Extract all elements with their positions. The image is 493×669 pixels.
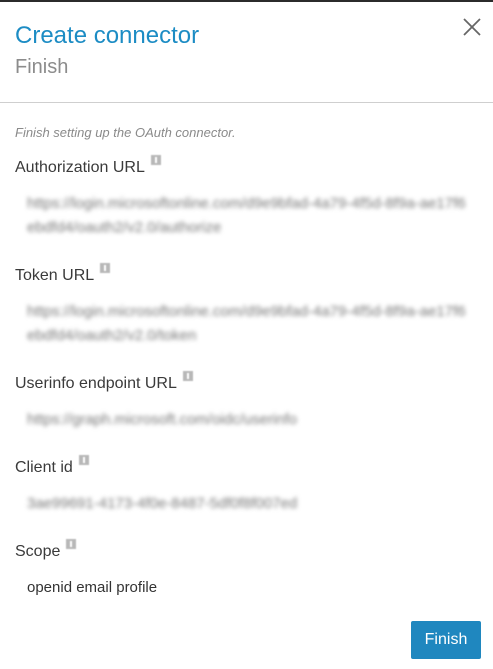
scope-label: Scope (15, 539, 77, 561)
authorization-url-label-text: Authorization URL (15, 159, 145, 176)
info-icon[interactable] (150, 155, 161, 165)
userinfo-url-label: Userinfo endpoint URL (15, 371, 193, 393)
token-url-value: https://login.microsoftonline.com/d9e9bf… (27, 303, 466, 344)
close-button[interactable] (461, 16, 483, 38)
dialog-header: Create connector Finish (0, 2, 493, 103)
info-icon[interactable] (78, 455, 89, 465)
authorization-url-label: Authorization URL (15, 155, 161, 177)
create-connector-dialog: Create connector Finish Finish setting u… (0, 0, 493, 669)
client-id-label: Client id (15, 455, 89, 477)
userinfo-url-value: https://graph.microsoft.com/oidc/userinf… (27, 411, 298, 428)
client-id-label-text: Client id (15, 459, 73, 476)
scope-value: openid email profile (27, 579, 158, 596)
close-icon (463, 18, 481, 36)
intro-text: Finish setting up the OAuth connector. (15, 125, 236, 140)
info-icon[interactable] (66, 539, 77, 549)
token-url-label: Token URL (15, 263, 111, 285)
dialog-subtitle: Finish (15, 56, 69, 78)
dialog-title: Create connector (15, 22, 200, 49)
info-icon[interactable] (182, 371, 193, 381)
client-id-value: 3ae99691-4173-4f0e-8487-5df0f8f007ed (27, 495, 298, 512)
token-url-label-text: Token URL (15, 267, 95, 284)
userinfo-url-label-text: Userinfo endpoint URL (15, 375, 177, 392)
info-icon[interactable] (100, 263, 111, 273)
authorization-url-value: https://login.microsoftonline.com/d9e9bf… (27, 195, 466, 236)
finish-button[interactable]: Finish (411, 621, 481, 659)
scope-label-text: Scope (15, 543, 61, 560)
